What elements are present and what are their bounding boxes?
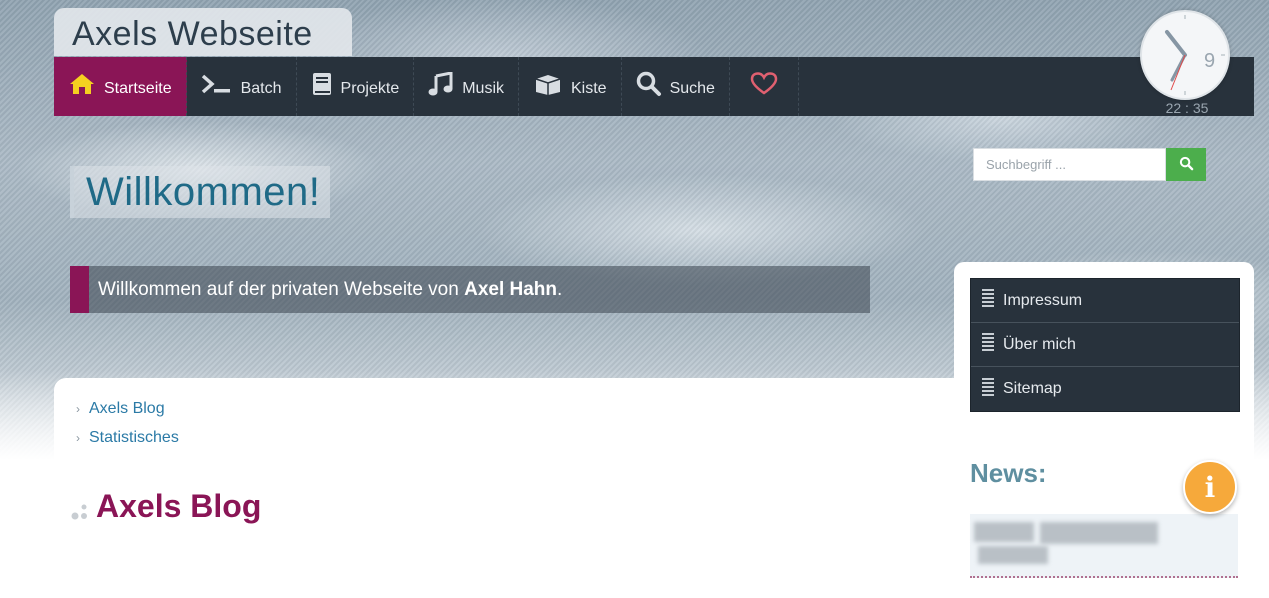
info-button[interactable]: i [1183, 460, 1237, 514]
news-heading: News: [970, 458, 1047, 488]
lines-icon [981, 288, 995, 313]
nav-item-batch[interactable]: Batch [187, 57, 297, 116]
main-navigation: Startseite Batch Projekte Musik Kiste Su… [54, 57, 1254, 116]
intro-banner: Willkommen auf der privaten Webseite von… [70, 266, 870, 313]
sidebar-item-impressum[interactable]: Impressum [971, 279, 1239, 323]
book-icon [311, 72, 333, 101]
nav-item-musik[interactable]: Musik [414, 57, 519, 116]
sidebar-menu: Impressum Über mich Sitemap [970, 278, 1240, 412]
blurred-text [974, 522, 1034, 542]
news-item[interactable] [970, 514, 1238, 578]
nav-item-favorites[interactable] [730, 57, 799, 116]
sidebar-item-ueber-mich[interactable]: Über mich [971, 323, 1239, 367]
intro-text: Willkommen auf der privaten Webseite von [98, 279, 465, 300]
dots-icon [70, 492, 90, 522]
nav-label: Suche [669, 79, 715, 97]
blog-title: Axels Blog [96, 488, 262, 524]
nav-label: Batch [240, 79, 282, 97]
subnav-link-statistisches[interactable]: Statistisches [89, 429, 179, 447]
sidebar-item-label: Impressum [1003, 291, 1083, 309]
music-icon [428, 71, 454, 101]
blurred-text [978, 546, 1048, 564]
search-button[interactable] [1166, 148, 1206, 181]
search-input[interactable] [973, 148, 1166, 181]
site-title[interactable]: Axels Webseite [54, 8, 352, 56]
nav-item-suche[interactable]: Suche [622, 57, 730, 116]
box-icon [533, 73, 563, 100]
terminal-icon [201, 73, 233, 100]
lines-icon [981, 332, 995, 357]
search-icon [1179, 156, 1194, 174]
nav-label: Startseite [104, 79, 172, 97]
search-icon [636, 71, 662, 102]
heart-icon [750, 72, 778, 101]
home-icon [68, 72, 96, 101]
nav-item-kiste[interactable]: Kiste [519, 57, 622, 116]
intro-name: Axel Hahn [464, 279, 558, 300]
subnav-link-axels-blog[interactable]: Axels Blog [89, 400, 165, 418]
lines-icon [981, 377, 995, 402]
digital-time: 22 : 35 [1165, 100, 1209, 116]
nav-item-startseite[interactable]: Startseite [54, 57, 187, 116]
chevron-right-icon: › [76, 402, 80, 416]
search-form [973, 148, 1206, 181]
welcome-heading: Willkommen! [70, 166, 331, 218]
nav-item-projekte[interactable]: Projekte [297, 57, 415, 116]
section-heading: Axels Blog [70, 488, 261, 525]
intro-suffix: . [557, 279, 563, 300]
clock-number: 9 [1204, 50, 1216, 72]
sidebar-item-label: Sitemap [1003, 380, 1062, 397]
nav-label: Musik [462, 79, 504, 97]
nav-label: Projekte [340, 79, 400, 97]
analog-clock: 9 [1140, 10, 1230, 100]
sidebar-item-label: Über mich [1003, 335, 1076, 353]
chevron-right-icon: › [76, 431, 80, 445]
blurred-text [1040, 522, 1158, 544]
nav-label: Kiste [571, 79, 607, 97]
sidebar-item-sitemap[interactable]: Sitemap [971, 367, 1239, 411]
